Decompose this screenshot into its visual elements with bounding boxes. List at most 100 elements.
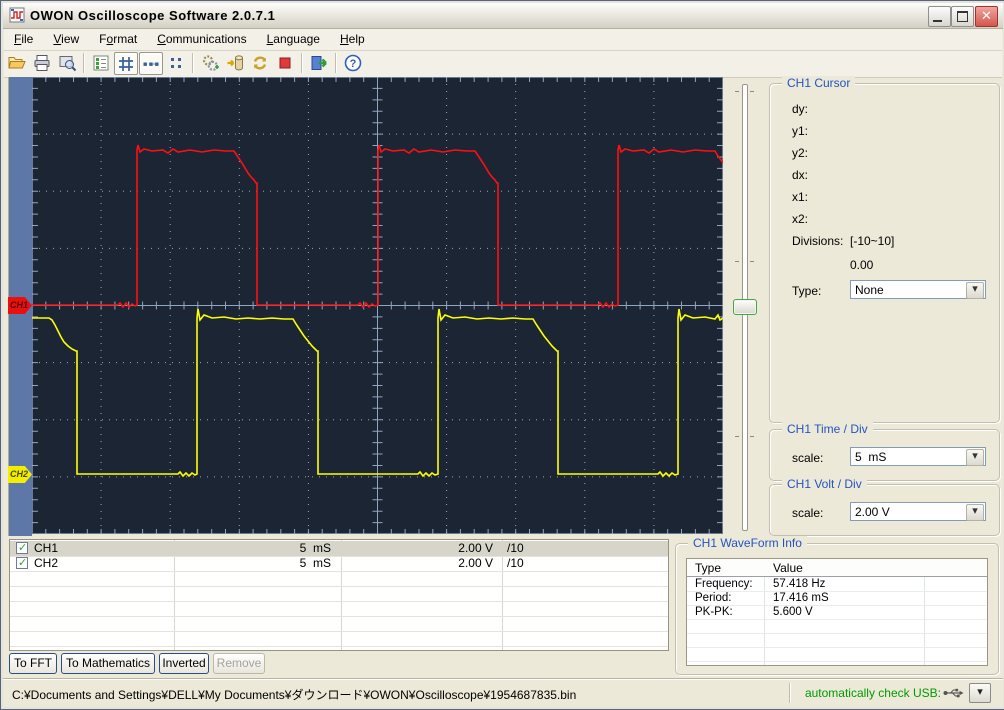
usb-options-dropdown[interactable] — [969, 683, 991, 703]
col-type-header: Type — [695, 561, 722, 575]
settings-icon — [202, 55, 219, 71]
cursor-field-dx: dx: — [792, 168, 809, 182]
empty-row — [687, 619, 987, 634]
cursor-field-x2: x2: — [792, 212, 809, 226]
vector-interpolation-icon — [143, 62, 159, 66]
opened-file-path: C:¥Documents and Settings¥DELL¥My Docume… — [12, 688, 577, 702]
stop-icon — [279, 57, 291, 69]
ch1-waveform-info-title: CH1 WaveForm Info — [688, 536, 807, 550]
volt-scale-label: scale: — [792, 506, 824, 520]
toolbar-import-data-button[interactable] — [223, 52, 247, 75]
slider-tick — [750, 261, 754, 262]
toolbar-channel-list-button[interactable] — [89, 52, 113, 75]
window-title: OWON Oscilloscope Software 2.0.7.1 — [30, 8, 276, 23]
time-scale-label: scale: — [792, 451, 824, 465]
grid-icon — [119, 57, 133, 71]
empty-row — [687, 633, 987, 648]
ch1-time-div-panel: CH1 Time / Div scale: 5 mS — [769, 422, 1000, 481]
slider-tick — [735, 91, 739, 92]
chevron-down-icon[interactable] — [966, 504, 984, 521]
toolbar-separator — [301, 53, 302, 73]
toolbar-separator — [83, 53, 84, 73]
waveform-info-header: Type Value — [687, 559, 987, 577]
ch1-waveform-info-panel: CH1 WaveForm Info Type Value Frequency: 5… — [675, 536, 999, 675]
status-bar: C:¥Documents and Settings¥DELL¥My Docume… — [3, 678, 1003, 707]
cursor-field-y2: y2: — [792, 146, 809, 160]
volt-scale-select[interactable]: 2.00 V — [850, 502, 986, 521]
toolbar-export-button[interactable] — [307, 52, 331, 75]
channel-checkbox[interactable] — [16, 556, 28, 569]
cursor-field-x1: x1: — [792, 190, 809, 204]
position-slider-thumb[interactable] — [733, 299, 757, 315]
info-type: Frequency: — [695, 578, 753, 590]
empty-row — [687, 661, 987, 665]
toolbar-print-button[interactable] — [30, 52, 54, 75]
empty-row — [10, 616, 668, 632]
cursor-type-select[interactable]: None — [850, 280, 986, 299]
channel-checkbox[interactable] — [16, 541, 28, 554]
slider-tick — [750, 91, 754, 92]
time-scale-value: 5 mS — [855, 450, 887, 464]
toolbar-settings-button[interactable] — [198, 52, 222, 75]
divisions-range: [-10~10] — [850, 234, 895, 248]
import-data-icon — [227, 55, 243, 71]
toolbar-vector-interpolation-button[interactable] — [139, 52, 163, 75]
channel-list-icon — [93, 55, 109, 71]
svg-text:?: ? — [350, 58, 357, 70]
info-type: PK-PK: — [695, 606, 733, 618]
menu-bar: File View Format Communications Language Help — [4, 29, 1002, 51]
time-scale-select[interactable]: 5 mS — [850, 447, 986, 466]
to-mathematics-button[interactable]: To Mathematics — [61, 653, 155, 674]
print-preview-icon — [59, 56, 77, 72]
ch1-cursor-title: CH1 Cursor — [782, 76, 856, 90]
open-icon — [8, 57, 26, 69]
menu-view[interactable]: View — [43, 29, 89, 50]
cursor-field-y1: y1: — [792, 124, 809, 138]
refresh-icon — [253, 56, 267, 70]
toolbar-refresh-button[interactable] — [248, 52, 272, 75]
export-icon — [311, 56, 327, 70]
info-value: 57.418 Hz — [773, 578, 826, 590]
channel-volt-div: 2.00 V — [458, 541, 493, 555]
menu-file[interactable]: File — [4, 29, 43, 50]
channel-attenuation: /10 — [507, 541, 524, 555]
title-bar: OWON Oscilloscope Software 2.0.7.1 — [3, 3, 1003, 29]
cursor-field-dy: dy: — [792, 102, 809, 116]
menu-format[interactable]: Format — [89, 29, 147, 50]
empty-row — [10, 631, 668, 647]
chevron-down-icon[interactable] — [966, 282, 984, 299]
empty-row — [10, 571, 668, 587]
toolbar-stop-button[interactable] — [273, 52, 297, 75]
chevron-down-icon[interactable] — [966, 449, 984, 466]
channel-row-ch1[interactable]: CH1 5 mS 2.00 V/10 — [10, 541, 668, 557]
minimize-button[interactable] — [928, 6, 951, 27]
empty-row — [10, 601, 668, 617]
divisions-label: Divisions: — [792, 234, 844, 248]
info-row-frequency: Frequency: 57.418 Hz — [687, 577, 987, 592]
menu-help[interactable]: Help — [330, 29, 375, 50]
toolbar-help-button[interactable]: ? — [341, 52, 365, 75]
toolbar-grid-button[interactable] — [114, 52, 138, 75]
empty-row — [687, 647, 987, 662]
empty-row — [10, 586, 668, 602]
oscilloscope-display[interactable] — [32, 77, 723, 534]
to-fft-button[interactable]: To FFT — [9, 653, 57, 674]
waveform-info-table: Type Value Frequency: 57.418 Hz Period: 17.… — [686, 558, 988, 666]
channel-row-ch2[interactable]: CH2 5 mS 2.00 V/10 — [10, 556, 668, 572]
toolbar-print-preview-button[interactable] — [55, 52, 79, 75]
menu-communications[interactable]: Communications — [147, 29, 256, 50]
maximize-button[interactable] — [951, 6, 974, 27]
toolbar-open-button[interactable] — [5, 52, 29, 75]
volt-scale-value: 2.00 V — [855, 505, 890, 519]
cursor-type-label: Type: — [792, 284, 822, 298]
channel-timebase: 5 mS — [299, 541, 331, 555]
menu-language[interactable]: Language — [257, 29, 330, 50]
inverted-button[interactable]: Inverted — [159, 653, 209, 674]
divisions-value: 0.00 — [850, 258, 874, 272]
toolbar-dot-display-button[interactable] — [164, 52, 188, 75]
help-icon: ? — [344, 54, 362, 72]
remove-button[interactable]: Remove — [213, 653, 265, 674]
ch1-volt-div-panel: CH1 Volt / Div scale: 2.00 V — [769, 477, 1000, 536]
close-button[interactable] — [975, 6, 998, 27]
channel-attenuation: /10 — [507, 556, 524, 570]
